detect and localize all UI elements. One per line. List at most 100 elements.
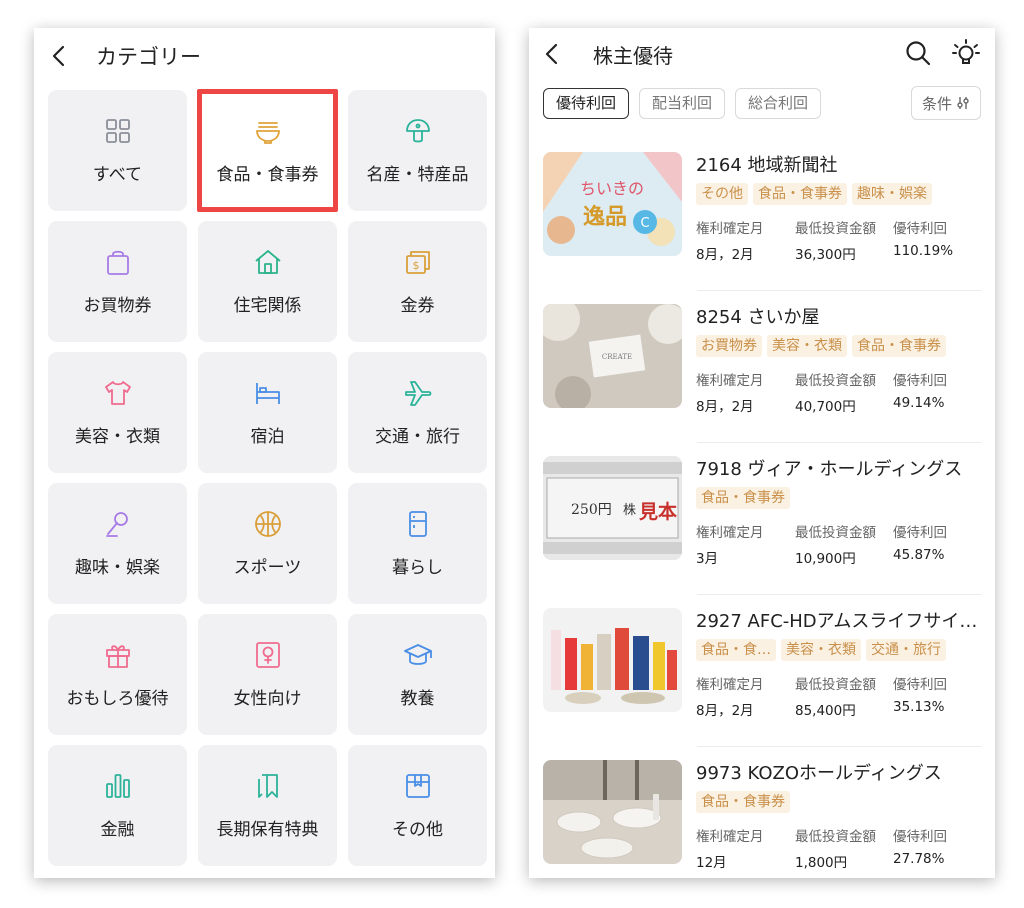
category-tile-long-term[interactable]: 長期保有特典 <box>198 745 337 866</box>
list-item[interactable]: ちいきの 逸品 C 2164 地域新聞社 その他 食品・食事券 趣味・娯楽 権利… <box>529 138 995 290</box>
thumb-text: 250円 <box>571 502 612 518</box>
yield-label: 優待利回 <box>893 373 947 389</box>
category-tile-voucher[interactable]: $ 金券 <box>348 221 487 342</box>
grid-icon <box>103 116 133 146</box>
min-investment-label: 最低投資金額 <box>795 525 876 541</box>
category-grid: すべて 食品・食事券 名産・特産品 お買物券 住宅関係 $ 金券 美容・衣類 宿… <box>48 89 487 866</box>
min-investment-value: 36,300円 <box>795 247 856 263</box>
tab-total-yield[interactable]: 総合利回 <box>735 88 822 119</box>
category-tile-fun[interactable]: おもしろ優待 <box>48 614 187 735</box>
list-item[interactable]: 2927 AFC-HDアムスライフサイ… 食品・食… 美容・衣類 交通・旅行 権… <box>529 594 995 746</box>
tab-benefit-yield[interactable]: 優待利回 <box>543 88 630 119</box>
company-name: 2927 AFC-HDアムスライフサイ… <box>696 611 978 632</box>
tag-list: 食品・食事券 <box>696 487 790 509</box>
category-tile-living[interactable]: 暮らし <box>348 483 487 604</box>
record-month-label: 権利確定月 <box>696 221 764 237</box>
list-item[interactable]: 250円 株 見本 7918 ヴィア・ホールディングス 食品・食事券 権利確定月… <box>529 442 995 594</box>
category-tile-shopping[interactable]: お買物券 <box>48 221 187 342</box>
thumb-text: 見本 <box>639 500 677 523</box>
ball-icon <box>253 509 283 539</box>
list-item[interactable]: 9973 KOZOホールディングス 食品・食事券 権利確定月 12月 最低投資金額… <box>529 746 995 878</box>
graduation-cap-icon <box>403 640 433 670</box>
house-icon <box>253 247 283 277</box>
yield-label: 優待利回 <box>893 525 947 541</box>
tag: 交通・旅行 <box>866 639 946 661</box>
category-label: 趣味・娯楽 <box>75 558 160 578</box>
tag: 食品・食事券 <box>696 487 790 509</box>
category-label: 教養 <box>400 689 435 709</box>
category-label: 交通・旅行 <box>375 427 460 447</box>
yield-value: 110.19% <box>893 243 954 259</box>
money-icon: $ <box>403 247 433 277</box>
search-icon <box>906 41 931 66</box>
item-thumbnail <box>543 760 682 864</box>
company-name: 9973 KOZOホールディングス <box>696 763 942 784</box>
record-month-value: 12月 <box>696 855 727 871</box>
record-month-value: 8月，2月 <box>696 247 754 263</box>
category-tile-other[interactable]: その他 <box>348 745 487 866</box>
lightbulb-icon <box>952 39 980 64</box>
benefits-header: 株主優待 <box>529 28 995 80</box>
item-stats: 権利確定月 8月，2月 最低投資金額 40,700円 優待利回 49.14% <box>696 369 973 415</box>
tag: お買物券 <box>696 335 762 357</box>
tag-list: お買物券 美容・衣類 食品・食事券 <box>696 335 946 357</box>
min-investment-value: 85,400円 <box>795 703 856 719</box>
category-tile-food[interactable]: 食品・食事券 <box>197 89 338 212</box>
tag: 食品・食事券 <box>696 791 790 813</box>
back-button[interactable] <box>541 40 565 68</box>
category-tile-education[interactable]: 教養 <box>348 614 487 735</box>
min-investment-value: 40,700円 <box>795 399 856 415</box>
category-label: すべて <box>92 165 143 185</box>
thumb-text: ちいきの <box>580 179 644 198</box>
category-tile-finance[interactable]: 金融 <box>48 745 187 866</box>
min-investment-value: 10,900円 <box>795 551 856 567</box>
category-screen: カテゴリー すべて 食品・食事券 名産・特産品 お買物券 住宅関係 $ 金券 美… <box>34 28 495 878</box>
yield-label: 優待利回 <box>893 829 947 845</box>
yield-label: 優待利回 <box>893 677 947 693</box>
min-investment-label: 最低投資金額 <box>795 829 876 845</box>
min-investment-value: 1,800円 <box>795 855 848 871</box>
thumb-text: CREATE <box>602 353 632 361</box>
record-month-label: 権利確定月 <box>696 829 764 845</box>
tag-list: 食品・食事券 <box>696 791 790 813</box>
bar-chart-icon <box>103 771 133 801</box>
item-thumbnail: CREATE <box>543 304 682 408</box>
hint-button[interactable] <box>951 38 981 68</box>
category-label: おもしろ優待 <box>66 689 169 709</box>
tag: 食品・食事券 <box>753 183 847 205</box>
yield-tabs: 優待利回 配当利回 総合利回 <box>543 88 822 119</box>
company-name: 2164 地域新聞社 <box>696 155 838 176</box>
category-tile-housing[interactable]: 住宅関係 <box>198 221 337 342</box>
category-tile-travel[interactable]: 交通・旅行 <box>348 352 487 473</box>
chevron-left-icon <box>52 45 65 67</box>
gift-icon <box>103 640 133 670</box>
tab-dividend-yield[interactable]: 配当利回 <box>639 88 726 119</box>
category-tile-lodging[interactable]: 宿泊 <box>198 352 337 473</box>
min-investment-label: 最低投資金額 <box>795 373 876 389</box>
min-investment-label: 最低投資金額 <box>795 221 876 237</box>
tag: 食品・食… <box>696 639 776 661</box>
item-thumbnail: ちいきの 逸品 C <box>543 152 682 256</box>
tag: 美容・衣類 <box>767 335 847 357</box>
tag-list: その他 食品・食事券 趣味・娯楽 <box>696 183 932 205</box>
back-button[interactable] <box>48 42 72 70</box>
category-label: 美容・衣類 <box>75 427 160 447</box>
record-month-value: 8月，2月 <box>696 703 754 719</box>
condition-label: 条件 <box>921 94 952 113</box>
category-tile-beauty[interactable]: 美容・衣類 <box>48 352 187 473</box>
category-tile-hobby[interactable]: 趣味・娯楽 <box>48 483 187 604</box>
yield-value: 35.13% <box>893 699 945 715</box>
svg-text:C: C <box>640 216 649 231</box>
category-label: 宿泊 <box>250 427 285 447</box>
category-tile-women[interactable]: 女性向け <box>198 614 337 735</box>
list-item[interactable]: CREATE 8254 さいか屋 お買物券 美容・衣類 食品・食事券 権利確定月… <box>529 290 995 442</box>
yield-value: 27.78% <box>893 851 945 867</box>
tag: その他 <box>696 183 748 205</box>
category-tile-specialty[interactable]: 名産・特産品 <box>348 90 487 211</box>
search-button[interactable] <box>903 38 933 68</box>
category-tile-sports[interactable]: スポーツ <box>198 483 337 604</box>
condition-button[interactable]: 条件 <box>911 86 981 120</box>
category-label: 暮らし <box>392 558 443 578</box>
category-tile-all[interactable]: すべて <box>48 90 187 211</box>
category-label: 女性向け <box>233 689 302 709</box>
